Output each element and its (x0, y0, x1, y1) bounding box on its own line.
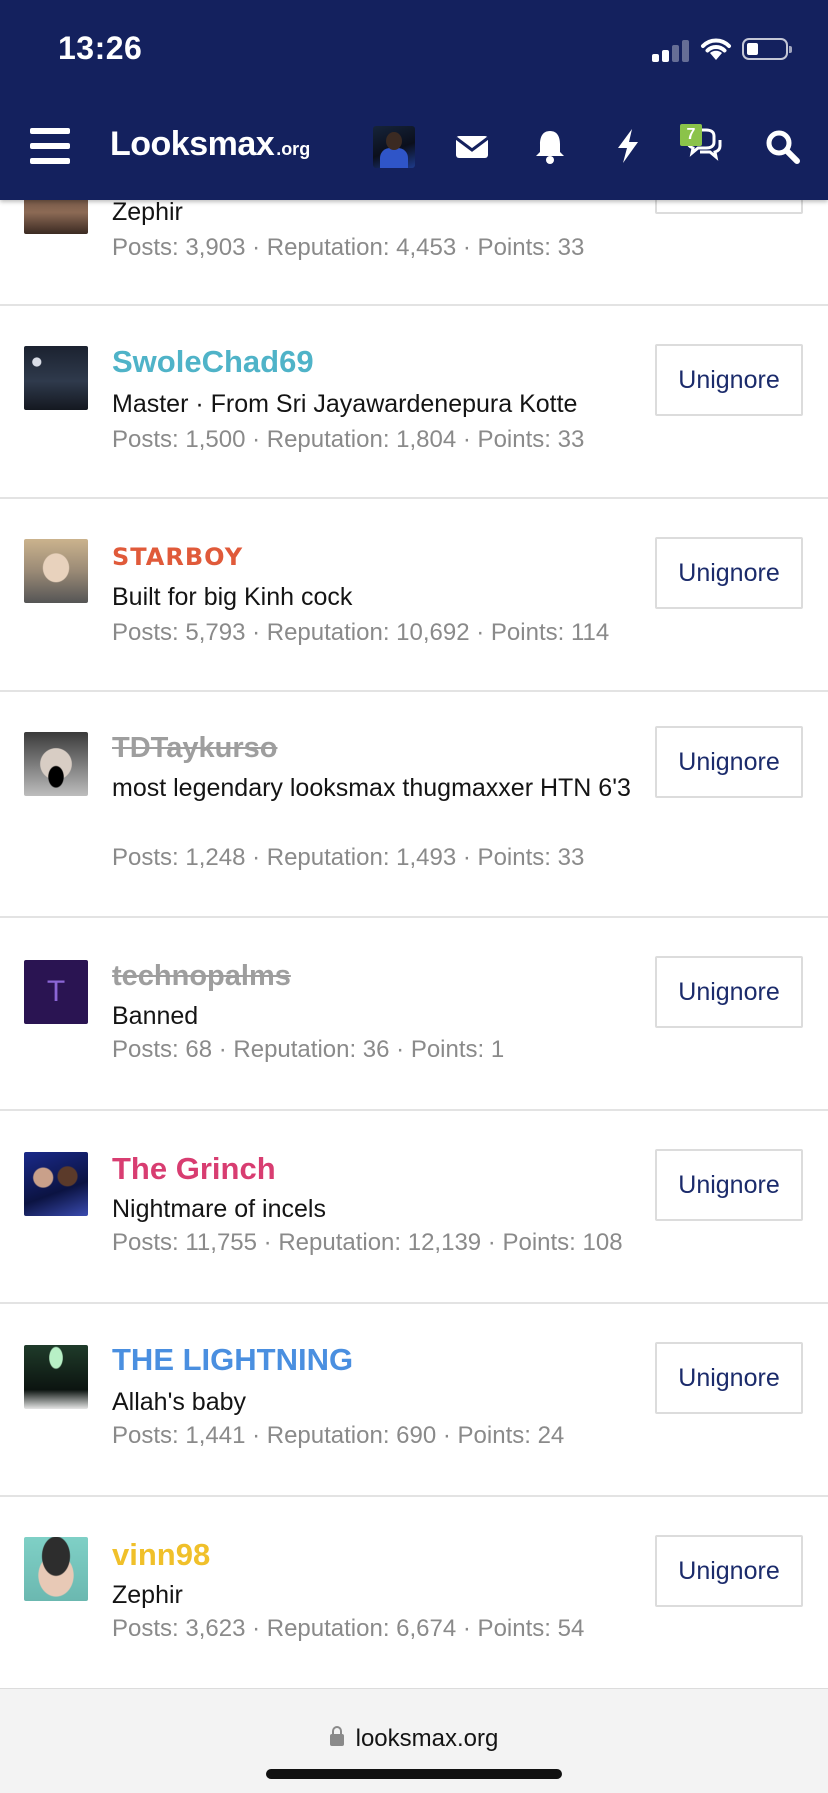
search-icon[interactable] (762, 126, 802, 166)
home-indicator[interactable] (266, 1769, 562, 1779)
user-title: most legendary looksmax thugmaxxer HTN 6… (112, 774, 631, 802)
user-stats: Posts: 68 · Reputation: 36 · Points: 1 (112, 1036, 505, 1063)
battery-icon (742, 38, 792, 60)
user-stats: Posts: 1,500 · Reputation: 1,804 · Point… (112, 426, 585, 453)
avatar[interactable] (24, 732, 88, 796)
user-title: Zephir (112, 1581, 183, 1609)
unignore-button[interactable]: Unignore (655, 344, 803, 416)
username-link[interactable]: SwoleChad69 (112, 344, 314, 380)
user-stats: Posts: 11,755 · Reputation: 12,139 · Poi… (112, 1229, 623, 1256)
unignore-button[interactable]: Unignore (655, 956, 803, 1028)
browser-bottom-bar: looksmax.org (0, 1688, 828, 1793)
avatar[interactable] (24, 1152, 88, 1216)
user-stats: Posts: 3,903 · Reputation: 4,453 · Point… (112, 234, 585, 261)
username-link[interactable]: The Grinch (112, 1151, 276, 1187)
user-title: Master · From Sri Jayawardenepura Kotte (112, 390, 578, 418)
unignore-button[interactable]: Unignore (655, 537, 803, 609)
list-item: TDTaykurso most legendary looksmax thugm… (0, 692, 828, 918)
user-title: Nightmare of incels (112, 1195, 326, 1223)
list-item: T technopalms Banned Posts: 68 · Reputat… (0, 918, 828, 1111)
avatar[interactable]: T (24, 960, 88, 1024)
list-item: STARBOY Built for big Kinh cock Posts: 5… (0, 499, 828, 692)
list-item: The Grinch Nightmare of incels Posts: 11… (0, 1111, 828, 1304)
username-link[interactable]: vinn98 (112, 1537, 210, 1573)
username-link[interactable]: STARBOY (112, 543, 243, 571)
lightning-icon[interactable] (608, 126, 648, 166)
logo-tld: .org (276, 139, 311, 159)
list-item: THE LIGHTNING Allah's baby Posts: 1,441 … (0, 1304, 828, 1497)
address-bar[interactable]: looksmax.org (0, 1725, 828, 1753)
username-link[interactable]: technopalms (112, 960, 291, 993)
bell-icon[interactable] (530, 126, 570, 166)
envelope-icon[interactable] (452, 126, 492, 166)
status-time: 13:26 (58, 30, 143, 66)
user-title: Allah's baby (112, 1388, 247, 1416)
user-stats: Posts: 5,793 · Reputation: 10,692 · Poin… (112, 619, 610, 646)
menu-icon[interactable] (30, 128, 72, 164)
lock-icon (329, 1726, 344, 1746)
logo-text: Looksmax (110, 125, 275, 163)
cellular-signal-icon (652, 38, 692, 62)
user-title: Built for big Kinh cock (112, 583, 353, 611)
unignore-button[interactable]: Unignore (655, 726, 803, 798)
site-logo[interactable]: Looksmax .org (110, 125, 310, 165)
user-stats: Posts: 1,248 · Reputation: 1,493 · Point… (112, 844, 585, 871)
list-item: vinn98 Zephir Posts: 3,623 · Reputation:… (0, 1497, 828, 1688)
conversations-badge: 7 (680, 124, 702, 146)
avatar[interactable] (373, 126, 415, 168)
unignore-button[interactable]: Unignore (655, 1535, 803, 1607)
avatar[interactable] (24, 346, 88, 410)
username-link[interactable]: TDTaykurso (112, 732, 277, 765)
avatar[interactable] (24, 539, 88, 603)
user-title: Banned (112, 1002, 199, 1030)
avatar[interactable] (24, 1537, 88, 1601)
list-item: SwoleChad69 Master · From Sri Jayawarden… (0, 306, 828, 499)
unignore-button[interactable]: Unignore (655, 1149, 803, 1221)
top-navigation-bar: 13:26 Looksmax .org 7 (0, 0, 828, 200)
username-link[interactable]: THE LIGHTNING (112, 1342, 353, 1378)
url-text: looksmax.org (355, 1725, 499, 1752)
user-stats: Posts: 3,623 · Reputation: 6,674 · Point… (112, 1615, 585, 1642)
avatar[interactable] (24, 1345, 88, 1409)
wifi-icon (701, 38, 731, 60)
unignore-button[interactable]: Unignore (655, 1342, 803, 1414)
user-stats: Posts: 1,441 · Reputation: 690 · Points:… (112, 1422, 565, 1449)
